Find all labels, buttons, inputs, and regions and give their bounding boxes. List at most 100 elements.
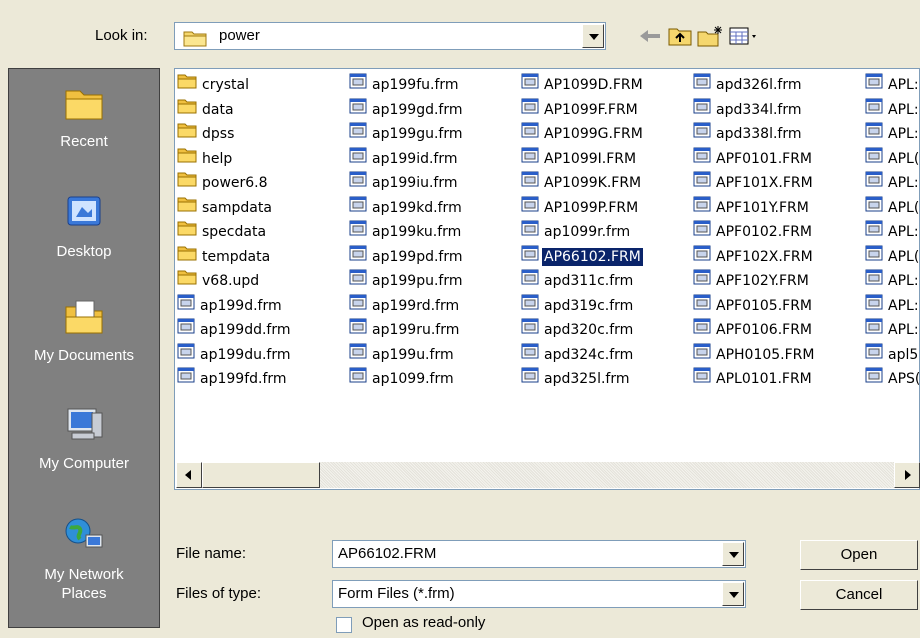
file-item[interactable]: apl5( [865,343,919,365]
file-item[interactable]: AP1099D.FRM [521,73,645,95]
file-item[interactable]: AP1099G.FRM [521,122,645,144]
file-name-text: APL: [888,101,919,118]
file-item[interactable]: ap199pu.frm [349,269,464,291]
file-item[interactable]: AP1099P.FRM [521,196,640,218]
file-item[interactable]: APL: [865,98,919,120]
file-name-text: ap199pu.frm [372,272,463,289]
cancel-button[interactable]: Cancel [800,580,918,610]
folder-item[interactable]: sampdata [177,196,274,218]
file-item[interactable]: APL: [865,122,919,145]
file-item[interactable]: ap199rd.frm [349,294,461,316]
form-file-icon [521,122,539,145]
scroll-left-button[interactable] [176,462,202,488]
file-item[interactable]: ap199ru.frm [349,318,461,340]
file-item[interactable]: APF102Y.FRM [693,269,811,291]
file-item[interactable]: ap199u.frm [349,343,456,365]
file-item[interactable]: APL: [865,269,919,292]
file-item[interactable]: ap199du.frm [177,343,292,365]
file-name-text: apd319c.frm [544,297,634,314]
new-folder-icon[interactable] [696,24,724,48]
file-item[interactable]: APL: [865,73,919,95]
file-item[interactable]: ap199gu.frm [349,122,464,144]
open-button[interactable]: Open [800,540,918,570]
file-item[interactable]: ap199ku.frm [349,220,463,242]
form-file-icon [349,122,367,145]
file-item[interactable]: ap199fu.frm [349,73,461,95]
up-folder-icon[interactable] [666,24,694,48]
form-file-icon [865,367,883,390]
file-item[interactable]: apd325l.frm [521,367,632,389]
file-item[interactable]: apd326l.frm [693,73,804,95]
file-item[interactable]: ap199iu.frm [349,171,459,193]
file-item[interactable]: APL0101.FRM [693,367,814,389]
file-item[interactable]: ap199kd.frm [349,196,464,218]
read-only-checkbox[interactable] [336,617,352,633]
folder-item[interactable]: crystal [177,73,251,95]
place-my-documents[interactable]: My Documents [9,297,159,364]
file-item[interactable]: AP1099I.FRM [521,147,638,169]
file-list[interactable]: crystal data dpss help power6.8 sampdata specd… [174,68,920,490]
file-item[interactable]: ap199fd.frm [177,367,289,389]
form-file-icon [865,245,883,268]
chevron-down-icon[interactable] [582,24,604,48]
scroll-thumb[interactable] [202,462,320,488]
file-item[interactable]: AP1099K.FRM [521,171,643,193]
folder-item[interactable]: data [177,98,236,120]
file-item[interactable]: APS( [865,367,919,390]
file-item[interactable]: APH0105.FRM [693,343,817,365]
file-item[interactable]: apd338l.frm [693,122,804,144]
file-item[interactable]: APF101X.FRM [693,171,815,193]
form-file-icon [865,122,883,145]
file-item[interactable]: APF0101.FRM [693,147,814,169]
folder-item[interactable]: dpss [177,122,236,144]
horizontal-scrollbar[interactable] [176,462,920,488]
file-item[interactable]: APL( [865,147,920,169]
form-file-icon [693,171,711,194]
file-item[interactable]: ap199id.frm [349,147,460,169]
look-in-dropdown[interactable]: power [174,22,606,50]
file-item[interactable]: APF0106.FRM [693,318,814,340]
view-menu-icon[interactable] [728,24,764,48]
file-item[interactable]: APL: [865,220,919,242]
scroll-right-button[interactable] [894,462,920,488]
folder-item[interactable]: specdata [177,220,268,242]
file-item[interactable]: ap199pd.frm [349,245,465,267]
place-desktop[interactable]: Desktop [9,193,159,260]
folder-item[interactable]: power6.8 [177,171,270,193]
file-item[interactable]: APF0105.FRM [693,294,814,316]
folder-item[interactable]: help [177,147,234,169]
form-file-icon [521,98,539,121]
file-type-select[interactable]: Form Files (*.frm) [332,580,746,608]
folder-item[interactable]: v68.upd [177,269,261,291]
file-item[interactable]: apd311c.frm [521,269,635,291]
file-item[interactable]: AP1099F.FRM [521,98,640,120]
place-recent[interactable]: Recent [9,83,159,150]
file-item[interactable]: APL: [865,318,919,340]
file-name-input[interactable]: AP66102.FRM [332,540,746,568]
place-network[interactable]: My Network Places [9,515,159,603]
file-item[interactable]: ap199dd.frm [177,318,293,340]
file-name-text: APL( [888,150,920,167]
file-item[interactable]: AP66102.FRM [521,245,643,267]
file-item[interactable]: ap1099r.frm [521,220,632,242]
file-item[interactable]: ap199d.frm [177,294,284,316]
chevron-down-icon[interactable] [722,542,744,566]
file-item[interactable]: APF0102.FRM [693,220,814,242]
file-item[interactable]: APL: [865,171,919,193]
form-file-icon [865,269,883,292]
file-item[interactable]: APL( [865,196,919,218]
file-item[interactable]: APF101Y.FRM [693,196,811,218]
folder-item[interactable]: tempdata [177,245,272,267]
file-item[interactable]: APL: [865,294,919,316]
file-item[interactable]: APF102X.FRM [693,245,815,267]
file-item[interactable]: apd324c.frm [521,343,635,365]
file-item[interactable]: APL( [865,245,919,268]
file-item[interactable]: apd334l.frm [693,98,804,120]
back-arrow-icon[interactable] [636,24,664,48]
file-item[interactable]: ap1099.frm [349,367,456,389]
chevron-down-icon[interactable] [722,582,744,606]
file-item[interactable]: ap199gd.frm [349,98,465,120]
file-item[interactable]: apd320c.frm [521,318,635,340]
place-my-computer[interactable]: My Computer [9,405,159,472]
file-item[interactable]: apd319c.frm [521,294,635,316]
